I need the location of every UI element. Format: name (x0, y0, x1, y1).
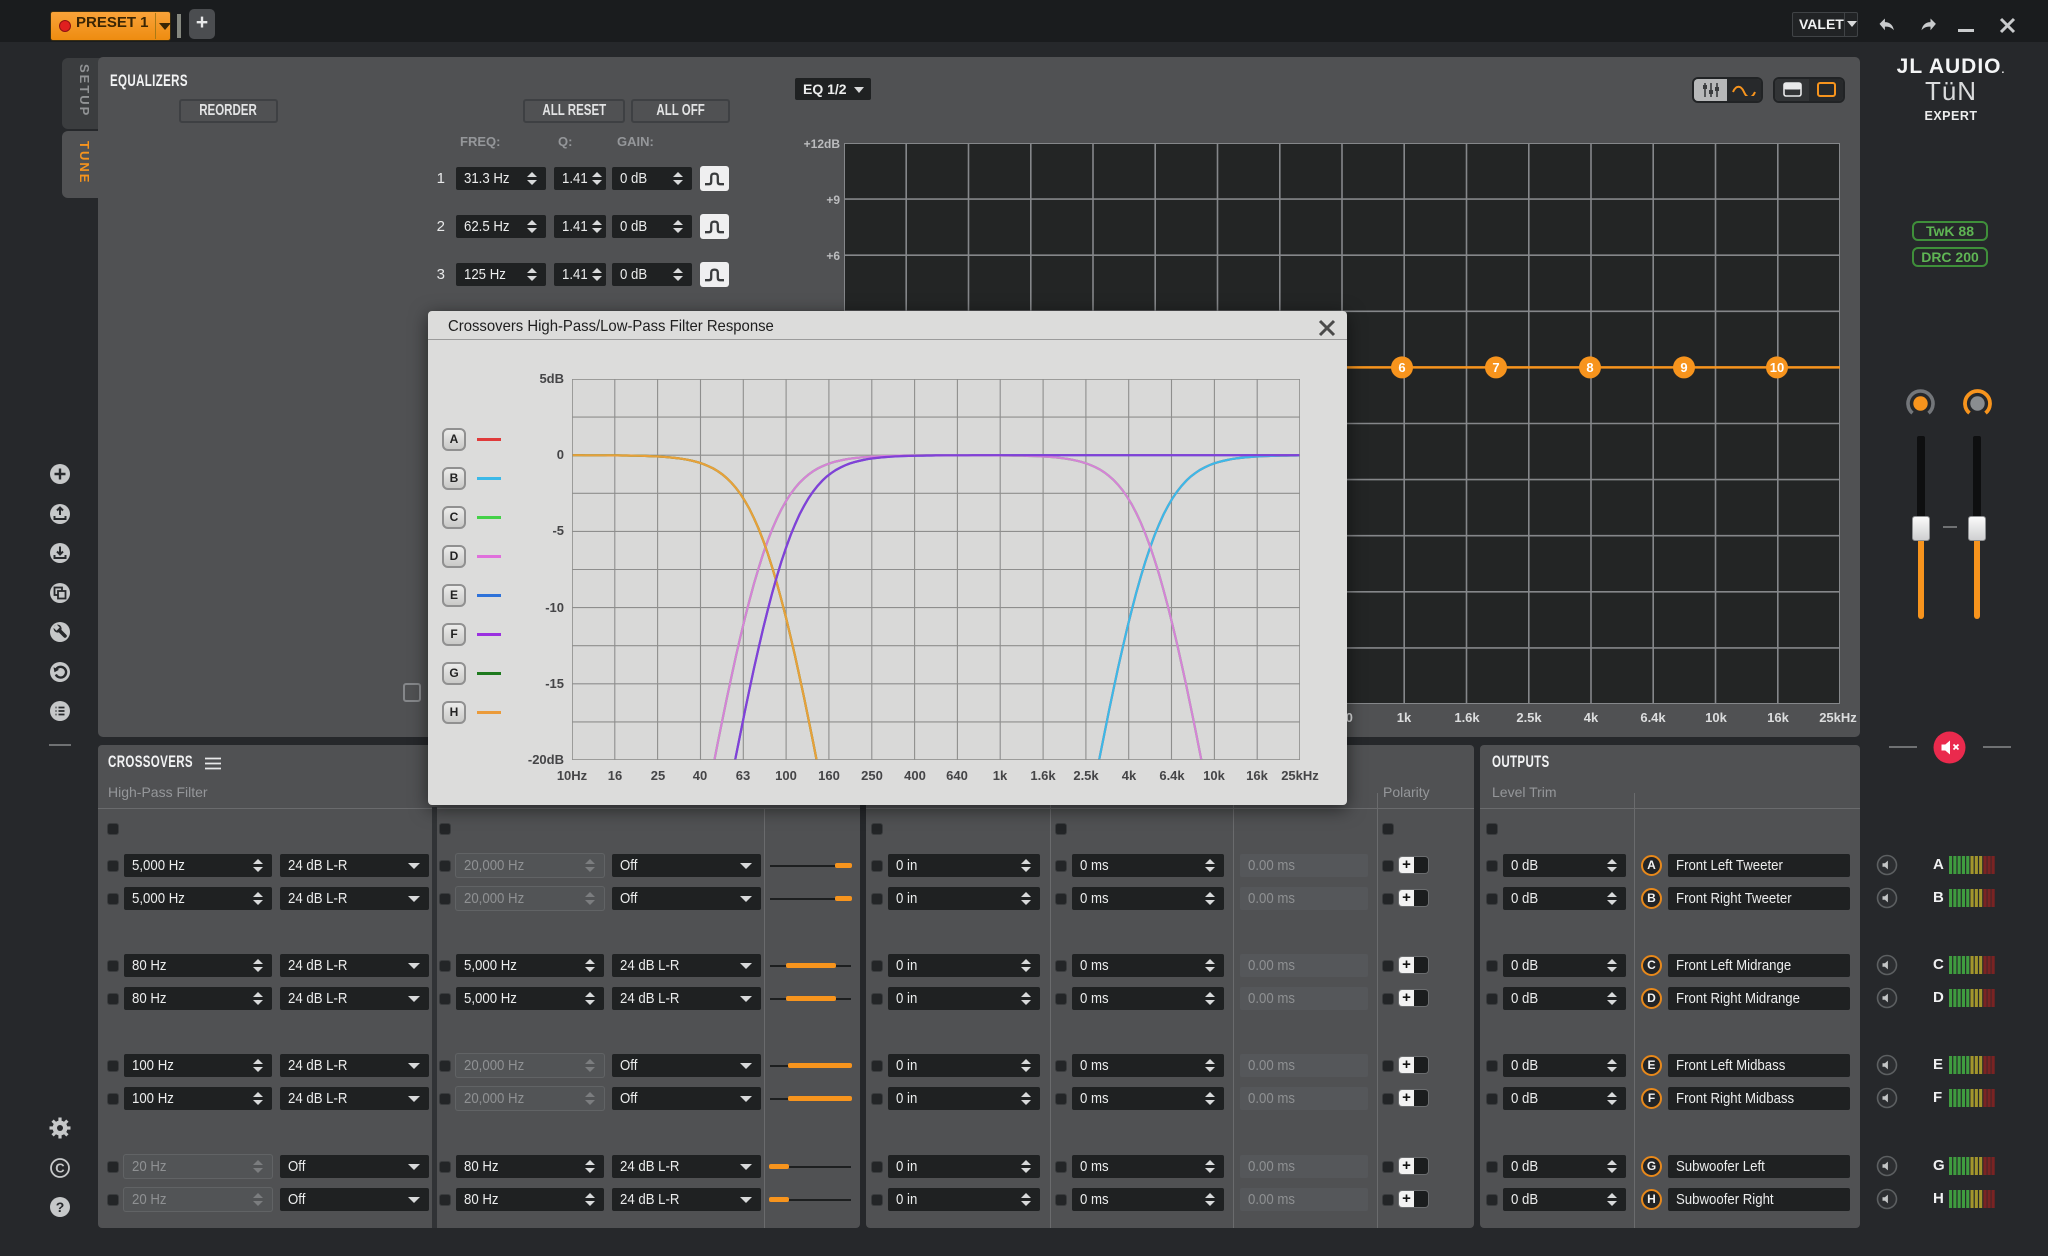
svg-text:7: 7 (1492, 360, 1499, 375)
svg-text:10: 10 (1770, 360, 1784, 375)
svg-text:9: 9 (1680, 360, 1687, 375)
svg-text:8: 8 (1586, 360, 1593, 375)
svg-text:6: 6 (1398, 360, 1405, 375)
svg-text:?: ? (56, 1199, 65, 1215)
svg-text:C: C (55, 1161, 65, 1176)
